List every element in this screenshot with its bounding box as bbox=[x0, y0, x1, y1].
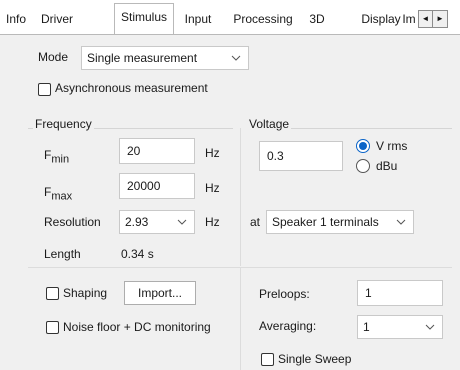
tab-info[interactable]: Info bbox=[4, 8, 28, 32]
scroll-left-icon[interactable]: ◄ bbox=[418, 10, 433, 28]
averaging-select[interactable]: 1 bbox=[357, 315, 443, 339]
terminals-select[interactable]: Speaker 1 terminals bbox=[266, 210, 414, 234]
fmin-input[interactable]: 20 bbox=[119, 138, 195, 164]
dbu-label: dBu bbox=[376, 159, 398, 173]
fmin-label: Fmin bbox=[44, 148, 70, 166]
shaping-label: Shaping bbox=[63, 286, 108, 300]
vrms-label: V rms bbox=[376, 139, 408, 153]
tab-stimulus[interactable]: Stimulus bbox=[114, 3, 174, 35]
frequency-group-label: Frequency bbox=[33, 117, 94, 131]
averaging-label: Averaging: bbox=[259, 319, 317, 333]
lower-vertical-divider bbox=[240, 267, 241, 370]
single-sweep-checkbox[interactable] bbox=[261, 353, 274, 366]
mode-select[interactable]: Single measurement bbox=[81, 46, 249, 70]
preloops-input[interactable]: 1 bbox=[357, 280, 443, 306]
mode-value: Single measurement bbox=[87, 51, 198, 65]
mode-label: Mode bbox=[38, 50, 69, 64]
chevron-down-icon bbox=[177, 219, 187, 225]
fmax-label: Fmax bbox=[44, 185, 73, 203]
noise-floor-checkbox[interactable] bbox=[46, 321, 59, 334]
resolution-select[interactable]: 2.93 bbox=[119, 210, 195, 234]
tab-strip: Info Driver Stimulus Input Processing 3D… bbox=[0, 0, 460, 36]
fmin-unit: Hz bbox=[205, 146, 220, 160]
tab-input[interactable]: Input bbox=[176, 8, 220, 32]
dbu-radio[interactable] bbox=[356, 159, 370, 173]
length-value: 0.34 s bbox=[121, 247, 154, 261]
tab-driver[interactable]: Driver bbox=[34, 8, 80, 32]
voltage-group-label: Voltage bbox=[247, 117, 292, 131]
vertical-divider bbox=[240, 128, 241, 266]
scroll-right-icon[interactable]: ► bbox=[433, 10, 448, 28]
resolution-label: Resolution bbox=[44, 215, 101, 229]
vrms-radio[interactable] bbox=[356, 139, 370, 153]
length-label: Length bbox=[44, 247, 81, 261]
async-label: Asynchronous measurement bbox=[55, 81, 208, 95]
tab-processing[interactable]: Processing bbox=[226, 8, 300, 32]
preloops-label: Preloops: bbox=[259, 287, 310, 301]
fmax-unit: Hz bbox=[205, 181, 220, 195]
voltage-input[interactable]: 0.3 bbox=[259, 141, 343, 171]
import-button[interactable]: Import... bbox=[124, 281, 196, 305]
chevron-down-icon bbox=[396, 219, 406, 225]
single-sweep-label: Single Sweep bbox=[278, 352, 352, 366]
noise-floor-label: Noise floor + DC monitoring bbox=[63, 320, 211, 334]
shaping-checkbox[interactable] bbox=[46, 287, 59, 300]
tab-3d[interactable]: 3D bbox=[303, 8, 331, 32]
stimulus-pane: Mode Single measurement Asynchronous mea… bbox=[0, 35, 460, 370]
fmax-input[interactable]: 20000 bbox=[119, 173, 195, 199]
chevron-down-icon bbox=[231, 55, 241, 61]
async-checkbox[interactable] bbox=[38, 83, 51, 96]
at-label: at bbox=[250, 215, 261, 229]
tab-im[interactable]: Im bbox=[398, 8, 420, 32]
tab-scroll-buttons: ◄ ► bbox=[418, 10, 448, 28]
resolution-unit: Hz bbox=[205, 215, 220, 229]
chevron-down-icon bbox=[425, 324, 435, 330]
